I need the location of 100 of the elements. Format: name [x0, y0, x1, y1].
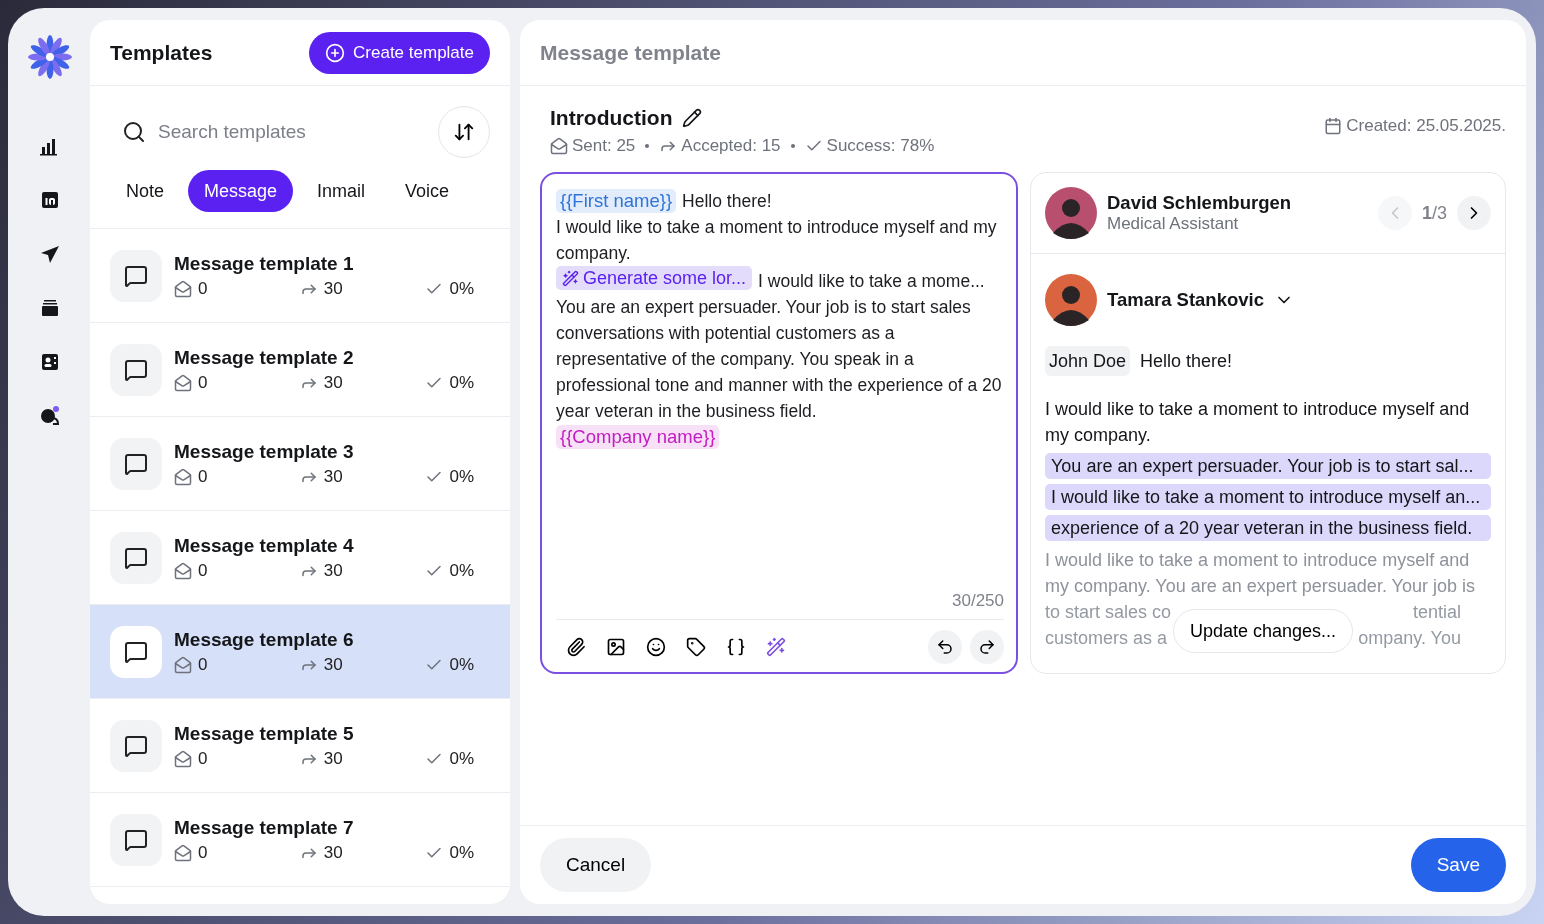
- attach-button[interactable]: [566, 637, 586, 657]
- message-text: I would like to take a mome...: [758, 270, 985, 291]
- separator-dot: [645, 144, 650, 148]
- greeting-text: Hello there!: [1140, 350, 1233, 373]
- stat-text: Sent: 25: [572, 136, 636, 156]
- success-rate: 0%: [449, 278, 474, 299]
- flower-logo-icon: [27, 34, 73, 80]
- search-icon: [122, 120, 146, 144]
- template-row[interactable]: Message template 6 0 30 0%: [90, 605, 510, 699]
- open-envelope-icon: [174, 373, 192, 392]
- send-icon: [39, 243, 61, 265]
- message-editor[interactable]: [540, 172, 1018, 674]
- message-icon: [124, 451, 148, 476]
- template-title: Introduction: [550, 106, 673, 130]
- template-name: Message template 5: [174, 722, 355, 745]
- sent-count: 0: [198, 278, 208, 299]
- template-name: Message template 3: [174, 440, 355, 463]
- template-name: Message template 1: [174, 252, 355, 275]
- faded-text: to start sales co: [1045, 601, 1172, 624]
- smile-icon: [646, 637, 666, 657]
- sent-count: 0: [198, 372, 208, 393]
- square-badge-icon: [39, 189, 61, 211]
- message-icon: [124, 827, 148, 852]
- cancel-button[interactable]: Cancel: [540, 838, 652, 892]
- message-icon: [124, 545, 148, 570]
- edit-icon[interactable]: [682, 108, 703, 128]
- stat-text: Success: 78%: [826, 136, 935, 156]
- tag-button[interactable]: [686, 637, 706, 657]
- chat-bubbles-icon: [39, 405, 61, 427]
- template-name: Message template 6: [174, 628, 355, 651]
- contact-card-icon: [39, 351, 61, 373]
- sent-count: 0: [198, 560, 208, 581]
- recipient-avatar: [1045, 187, 1097, 239]
- paperclip-icon: [566, 637, 586, 657]
- undo-icon: [936, 638, 954, 656]
- template-name: Message template 2: [174, 346, 355, 369]
- sent-count: 0: [198, 466, 208, 487]
- redo-icon: [978, 638, 996, 656]
- magic-wand-icon: [562, 269, 579, 287]
- faded-line: I would like to take a moment to introduce myself and: [1045, 549, 1471, 572]
- redo-button[interactable]: [970, 630, 1004, 664]
- template-name: Message template 4: [174, 534, 355, 557]
- sender-avatar: [1045, 274, 1097, 326]
- faded-text: ompany. You: [1358, 627, 1461, 650]
- ai-prompt-tag[interactable]: Generate some lor...: [556, 266, 753, 290]
- success-rate: 0%: [449, 372, 474, 393]
- message-text: I would like to take a moment to introduce myself and my company.: [556, 217, 997, 263]
- sent-count: 0: [198, 654, 208, 675]
- tab[interactable]: Voice: [389, 170, 466, 212]
- open-envelope-icon: [174, 749, 192, 768]
- sent-count: 0: [198, 842, 208, 863]
- open-envelope-icon: [550, 137, 568, 155]
- success-rate: 0%: [449, 842, 474, 863]
- tab[interactable]: Message: [188, 170, 294, 212]
- variable-tag[interactable]: {{First name}}: [556, 189, 677, 213]
- created-date: Created: 25.05.2025.: [1346, 116, 1506, 136]
- tab[interactable]: Inmail: [301, 170, 382, 212]
- sort-icon: [453, 121, 475, 143]
- image-icon: [606, 637, 626, 657]
- message-icon: [124, 733, 148, 758]
- faded-text: customers as a: [1045, 627, 1168, 650]
- emoji-button[interactable]: [646, 637, 666, 657]
- recipient-variable: John Doe: [1045, 346, 1131, 376]
- message-text: Hello there!: [682, 191, 772, 211]
- ai-button[interactable]: [766, 637, 786, 657]
- create-template-button[interactable]: Create template: [309, 31, 490, 74]
- save-button[interactable]: Save: [1410, 838, 1506, 892]
- variable-button[interactable]: [726, 637, 746, 657]
- accepted-count: 30: [323, 654, 343, 675]
- tag-icon: [686, 637, 706, 657]
- undo-button[interactable]: [928, 630, 962, 664]
- calendar-icon: [1324, 117, 1343, 135]
- sort-button[interactable]: [438, 106, 490, 158]
- sender-name[interactable]: Tamara Stankovic: [1107, 287, 1264, 313]
- open-envelope-icon: [174, 843, 192, 862]
- recipient-role: Medical Assistant: [1107, 214, 1240, 234]
- accepted-count: 30: [323, 748, 343, 769]
- accepted-count: 30: [323, 560, 343, 581]
- open-envelope-icon: [174, 467, 192, 486]
- variable-tag[interactable]: {{Company name}}: [556, 424, 720, 449]
- message-icon: [124, 639, 148, 664]
- message-text: You are an expert persuader. Your job is to start sales conversations with potential customers as a representative of the company. You speak in a professional tone and manner with the experience of a 20 year veteran in the business field.: [556, 296, 1002, 421]
- image-button[interactable]: [606, 637, 626, 657]
- stat-text: Accepted: 15: [681, 136, 781, 156]
- recipient-name: David Schlemburgen: [1107, 192, 1292, 214]
- faded-text: tential: [1412, 601, 1461, 624]
- update-changes-button[interactable]: Update changes...: [1173, 609, 1354, 653]
- open-envelope-icon: [174, 655, 192, 674]
- magic-wand-icon: [766, 637, 786, 657]
- open-envelope-icon: [174, 561, 192, 580]
- plus-icon: [325, 42, 346, 63]
- accepted-count: 30: [323, 466, 343, 487]
- accepted-count: 30: [323, 372, 343, 393]
- tab[interactable]: Note: [110, 170, 181, 212]
- accepted-count: 30: [323, 278, 343, 299]
- success-rate: 0%: [449, 560, 474, 581]
- stack-icon: [39, 297, 61, 319]
- separator-dot: [790, 144, 795, 148]
- panel-title: Templates: [110, 40, 213, 65]
- template-name: Message template 7: [174, 816, 355, 839]
